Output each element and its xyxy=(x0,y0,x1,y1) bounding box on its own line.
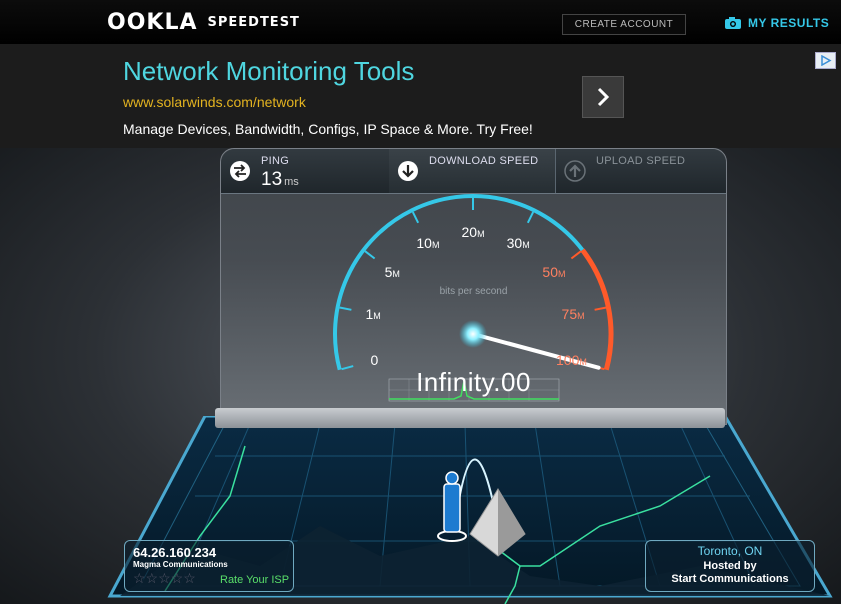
gauge-tick-label: 50M xyxy=(542,264,565,280)
gauge-tick-label: 0 xyxy=(370,352,378,368)
speedtest-stage: PING 13 ms DOWNLOAD SPEED UPLOAD SPEED bi… xyxy=(0,148,841,604)
gauge-tick-unit: M xyxy=(522,239,530,250)
my-results-link[interactable]: MY RESULTS xyxy=(724,14,829,32)
gauge-tick-label: 10M xyxy=(416,235,439,251)
logo-product: SPEEDTEST xyxy=(207,14,300,30)
download-label: DOWNLOAD SPEED xyxy=(429,155,539,167)
ad-banner: Network Monitoring Tools www.solarwinds.… xyxy=(0,44,841,148)
rate-isp-link[interactable]: Rate Your ISP xyxy=(220,574,289,586)
isp-rating-stars[interactable]: ☆☆☆☆☆ xyxy=(133,570,196,587)
ping-unit: ms xyxy=(284,176,299,188)
ping-stat: PING 13 ms xyxy=(221,149,390,193)
camera-icon xyxy=(725,17,741,29)
top-bar: OOKLA SPEEDTEST CREATE ACCOUNT MY RESULT… xyxy=(0,0,841,44)
panel-ledge xyxy=(215,408,725,428)
my-results-label: MY RESULTS xyxy=(748,16,830,30)
adchoices-icon xyxy=(820,55,832,66)
gauge-subtitle: bits per second xyxy=(439,286,508,297)
ping-value-wrap: 13 ms xyxy=(261,169,299,191)
gauge-tick-number: 100 xyxy=(556,352,580,369)
gauge-tick-label: 100M xyxy=(556,352,587,368)
adchoices-button[interactable] xyxy=(815,52,836,69)
gauge-tick-number: 10 xyxy=(416,234,432,251)
client-isp: Magma Communications xyxy=(133,560,228,569)
gauge-tick-mark xyxy=(411,211,420,224)
gauge-tick-label: 30M xyxy=(507,235,530,251)
gauge-tick-unit: M xyxy=(558,268,566,279)
ping-label: PING xyxy=(261,155,290,167)
ping-arrows-icon xyxy=(230,161,250,181)
ad-url[interactable]: www.solarwinds.com/network xyxy=(123,94,306,110)
gauge-tick-label: 1M xyxy=(365,306,380,322)
gauge-tick-number: 0 xyxy=(370,352,379,369)
gauge-tick-mark xyxy=(339,306,352,311)
gauge-tick-label: 75M xyxy=(562,306,585,322)
ad-description: Manage Devices, Bandwidth, Configs, IP S… xyxy=(123,121,533,137)
server-info-box: Toronto, ON Hosted by Start Communicatio… xyxy=(645,540,815,592)
stats-bar: PING 13 ms DOWNLOAD SPEED UPLOAD SPEED xyxy=(221,149,726,194)
gauge-tick-unit: M xyxy=(477,229,485,239)
hosted-by-label: Hosted by xyxy=(703,560,757,572)
client-info-box: 64.26.160.234 Magma Communications ☆☆☆☆☆… xyxy=(124,540,294,592)
speed-readout: Infinity.00 xyxy=(416,367,531,397)
create-account-button[interactable]: CREATE ACCOUNT xyxy=(562,14,686,35)
gauge-tick-label: 20M xyxy=(462,224,485,240)
gauge-tick-unit: M xyxy=(577,311,585,322)
gauge-tick-unit: M xyxy=(392,268,400,279)
gauge-tick-number: 30 xyxy=(506,234,523,251)
download-arrow-icon xyxy=(398,161,418,181)
gauge-tick-mark xyxy=(364,250,376,260)
ad-next-button[interactable] xyxy=(582,76,624,118)
gauge-tick-mark xyxy=(594,306,607,311)
gauge-tick-mark xyxy=(526,211,535,224)
gauge-hub xyxy=(459,320,487,348)
client-ip: 64.26.160.234 xyxy=(133,545,217,560)
logo-brand: OOKLA xyxy=(107,9,198,35)
ping-value: 13 xyxy=(261,169,283,190)
gauge-tick-number: 50 xyxy=(542,263,558,280)
user-icon xyxy=(443,483,461,533)
gauge-tick-unit: M xyxy=(431,239,440,250)
upload-arrow-icon xyxy=(564,160,586,182)
gauge-tick-unit: M xyxy=(373,311,381,322)
gauge-tick-number: 75 xyxy=(561,306,578,323)
server-city[interactable]: Toronto, ON xyxy=(646,544,814,558)
gauge-panel: PING 13 ms DOWNLOAD SPEED UPLOAD SPEED bi… xyxy=(220,148,727,425)
gauge-tick-number: 20 xyxy=(461,224,478,240)
gauge-tick-label: 5M xyxy=(385,264,400,280)
server-host: Start Communications xyxy=(671,573,789,585)
gauge-tick-unit: M xyxy=(579,357,587,368)
upload-label: UPLOAD SPEED xyxy=(596,155,686,167)
upload-stat: UPLOAD SPEED xyxy=(556,149,726,193)
download-stat: DOWNLOAD SPEED xyxy=(389,149,556,193)
ookla-logo[interactable]: OOKLA SPEEDTEST xyxy=(107,9,300,35)
chevron-right-icon xyxy=(597,87,610,107)
ad-title[interactable]: Network Monitoring Tools xyxy=(123,56,414,87)
gauge-tick-mark xyxy=(570,250,582,260)
